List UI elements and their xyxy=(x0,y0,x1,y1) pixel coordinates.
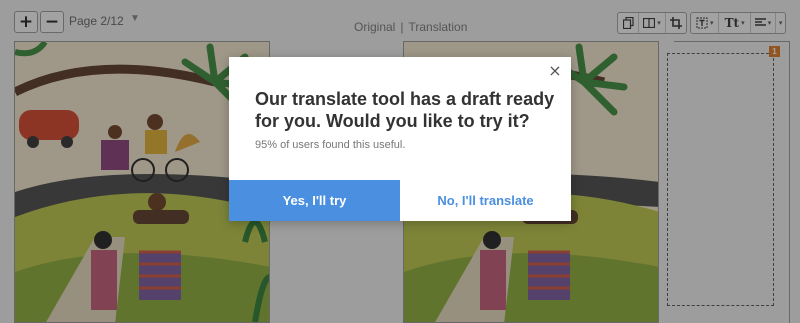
dialog-title: Our translate tool has a draft ready for… xyxy=(255,89,555,131)
decline-draft-button[interactable]: No, I'll translate xyxy=(400,180,571,221)
accept-draft-button[interactable]: Yes, I'll try xyxy=(229,180,400,221)
close-icon[interactable]: × xyxy=(548,63,562,79)
dialog-subtitle: 95% of users found this useful. xyxy=(255,139,406,151)
draft-ready-dialog: × Our translate tool has a draft ready f… xyxy=(229,57,571,221)
